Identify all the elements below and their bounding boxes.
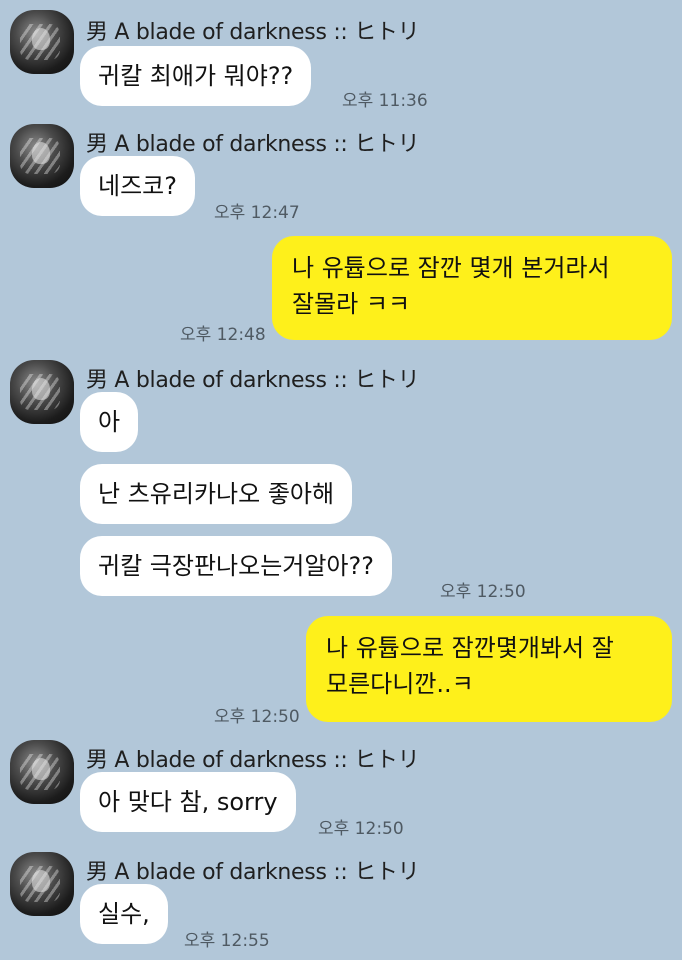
message-text-line: 모른다니깐..ㅋ (326, 670, 474, 698)
sender-name: 男 A blade of darkness :: ヒトリ (86, 860, 420, 885)
message-time: 오후 12:50 (318, 819, 404, 839)
outgoing-message-bubble[interactable]: 나 유튭으로 잠깐몇개봐서 잘 모른다니깐..ㅋ (306, 616, 672, 722)
message-text: 아 맞다 참, sorry (98, 788, 278, 816)
incoming-message-bubble[interactable]: 아 맞다 참, sorry (80, 772, 296, 832)
message-text: 실수, (98, 900, 150, 928)
incoming-message-bubble[interactable]: 귀칼 최애가 뭐야?? (80, 46, 312, 106)
message-text: 난 츠유리카나오 좋아해 (98, 480, 335, 508)
message-time: 오후 12:55 (184, 931, 270, 951)
incoming-message-bubble[interactable]: 실수, (80, 884, 168, 944)
message-text-line: 나 유튭으로 잠깐몇개봐서 잘 (326, 634, 614, 662)
contact-avatar[interactable] (10, 360, 74, 424)
message-time: 오후 12:50 (214, 707, 300, 727)
sender-name: 男 A blade of darkness :: ヒトリ (86, 368, 420, 393)
message-text: 네즈코? (98, 172, 177, 200)
message-text: 아 (98, 408, 121, 436)
message-text-line: 잘몰라 ㅋㅋ (292, 290, 411, 318)
sender-name: 男 A blade of darkness :: ヒトリ (86, 20, 420, 45)
incoming-message-bubble[interactable]: 네즈코? (80, 156, 195, 216)
contact-avatar[interactable] (10, 124, 74, 188)
outgoing-message-bubble[interactable]: 나 유튭으로 잠깐 몇개 본거라서 잘몰라 ㅋㅋ (272, 236, 672, 340)
message-time: 오후 11:36 (342, 91, 428, 111)
incoming-message-bubble[interactable]: 아 (80, 392, 139, 452)
sender-name: 男 A blade of darkness :: ヒトリ (86, 748, 420, 773)
contact-avatar[interactable] (10, 852, 74, 916)
contact-avatar[interactable] (10, 10, 74, 74)
sender-name: 男 A blade of darkness :: ヒトリ (86, 132, 420, 157)
chat-view: 男 A blade of darkness :: ヒトリ 귀칼 최애가 뭐야??… (0, 0, 682, 960)
message-text: 귀칼 극장판나오는거알아?? (98, 552, 374, 580)
message-text: 귀칼 최애가 뭐야?? (98, 62, 294, 90)
message-time: 오후 12:47 (214, 203, 300, 223)
message-time: 오후 12:50 (440, 582, 526, 602)
incoming-message-bubble[interactable]: 귀칼 극장판나오는거알아?? (80, 536, 392, 596)
incoming-message-bubble[interactable]: 난 츠유리카나오 좋아해 (80, 464, 353, 524)
message-time: 오후 12:48 (180, 325, 266, 345)
message-text-line: 나 유튭으로 잠깐 몇개 본거라서 (292, 254, 610, 282)
contact-avatar[interactable] (10, 740, 74, 804)
